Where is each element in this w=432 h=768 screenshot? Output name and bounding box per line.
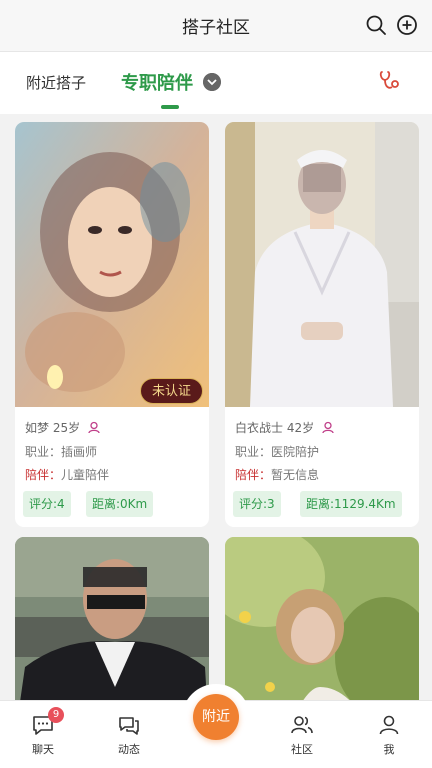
- distance-label: 距离:: [92, 497, 121, 511]
- job-label: 职业：: [25, 445, 62, 459]
- rating-value: 3: [267, 497, 275, 511]
- nav-moments[interactable]: 动态: [99, 713, 159, 757]
- job-line: 职业：插画师: [25, 443, 97, 460]
- card-info: 如梦 25岁 职业：插画师 陪伴：儿童陪伴 评分:4 距离:0Km: [15, 407, 209, 527]
- category-tabs: 附近搭子 专职陪伴: [0, 52, 432, 114]
- companion-value: 儿童陪伴: [61, 468, 110, 482]
- top-bar: 搭子社区: [0, 0, 432, 52]
- nav-label: 我: [383, 743, 395, 756]
- distance-value: 0Km: [120, 497, 148, 511]
- moments-icon: [119, 717, 139, 735]
- companion-card[interactable]: 未认证 如梦 25岁 职业：插画师 陪伴：儿童陪伴 评分:4 距离:0Km: [15, 122, 209, 527]
- female-user-icon: [88, 421, 100, 434]
- plus-circle-icon[interactable]: [396, 14, 418, 36]
- rating-label: 评分:: [239, 497, 268, 511]
- tab-nearby[interactable]: 附近搭子: [26, 72, 86, 93]
- job-line: 职业：医院陪护: [235, 443, 319, 460]
- job-value: 医院陪护: [271, 445, 320, 459]
- rating-pill: 评分:4: [23, 491, 71, 517]
- rating-pill: 评分:3: [233, 491, 281, 517]
- rating-label: 评分:: [29, 497, 58, 511]
- companion-label: 陪伴：: [25, 468, 62, 482]
- companion-line: 陪伴：暂无信息: [235, 466, 319, 483]
- user-icon: [379, 715, 399, 735]
- stethoscope-icon[interactable]: [377, 69, 401, 93]
- community-icon: [291, 716, 313, 734]
- companion-label: 陪伴：: [235, 468, 272, 482]
- nav-label: 聊天: [32, 743, 54, 756]
- unread-badge: 9: [48, 707, 64, 723]
- nav-label: 社区: [291, 743, 313, 756]
- companion-line: 陪伴：儿童陪伴: [25, 466, 109, 483]
- nav-nearby-button[interactable]: 附近: [193, 694, 239, 740]
- profile-photo: [225, 122, 419, 407]
- verification-badge: 未认证: [139, 378, 203, 404]
- companion-value: 暂无信息: [271, 468, 320, 482]
- active-tab-indicator: [161, 105, 179, 109]
- companion-name: 白衣战士: [235, 421, 284, 435]
- nav-me[interactable]: 我: [359, 713, 419, 757]
- tab-pro-companion[interactable]: 专职陪伴: [121, 69, 193, 95]
- distance-pill: 距离:0Km: [86, 491, 154, 517]
- companion-card[interactable]: 白衣战士 42岁 职业：医院陪护 陪伴：暂无信息 评分:3 距离:1129.4K…: [225, 122, 419, 527]
- distance-pill: 距离:1129.4Km: [300, 491, 402, 517]
- distance-label: 距离:: [306, 497, 335, 511]
- distance-value: 1129.4Km: [334, 497, 396, 511]
- nav-chat[interactable]: 9 聊天: [13, 707, 73, 757]
- name-age: 白衣战士 42岁: [235, 419, 335, 436]
- female-user-icon: [322, 421, 334, 434]
- rating-value: 4: [57, 497, 65, 511]
- companion-age: 25岁: [52, 421, 81, 435]
- chevron-down-icon[interactable]: [203, 73, 221, 91]
- card-info: 白衣战士 42岁 职业：医院陪护 陪伴：暂无信息 评分:3 距离:1129.4K…: [225, 407, 419, 527]
- profile-photo: [15, 122, 209, 407]
- nav-community[interactable]: 社区: [272, 713, 332, 757]
- companion-age: 42岁: [286, 421, 315, 435]
- job-label: 职业：: [235, 445, 272, 459]
- search-icon[interactable]: [365, 14, 387, 36]
- job-value: 插画师: [61, 445, 98, 459]
- nav-label: 动态: [118, 743, 140, 756]
- name-age: 如梦 25岁: [25, 419, 101, 436]
- companion-name: 如梦: [25, 421, 50, 435]
